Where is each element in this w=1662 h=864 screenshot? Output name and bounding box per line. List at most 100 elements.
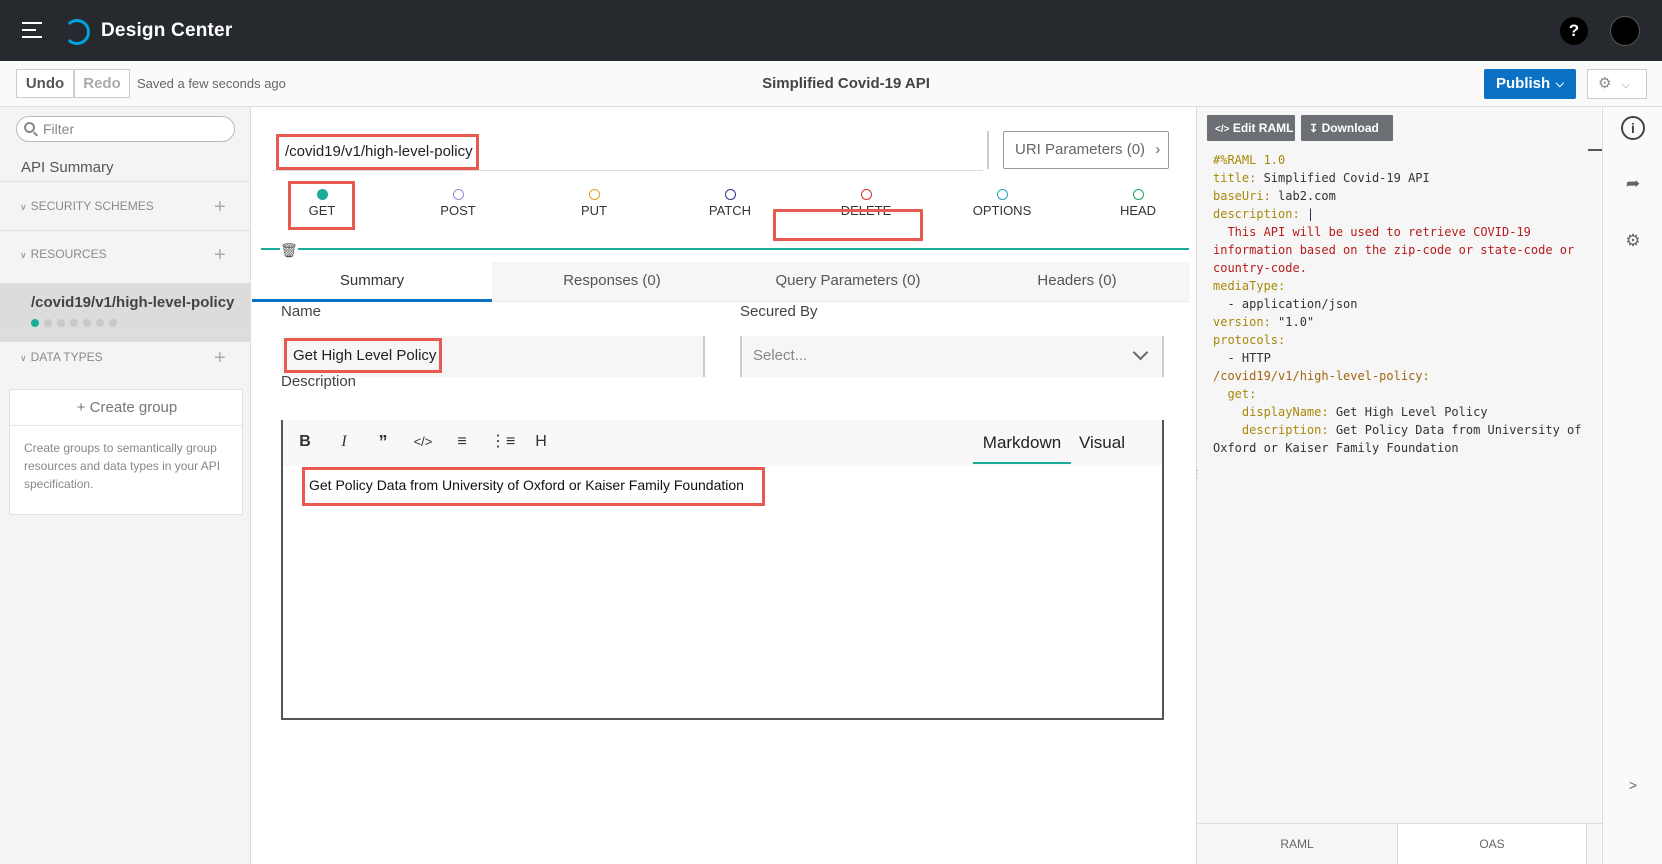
tab-responses[interactable]: Responses (0) bbox=[492, 262, 732, 302]
head-dot-icon bbox=[1132, 189, 1144, 200]
raml-line: - application/json bbox=[1213, 297, 1358, 311]
undo-button[interactable]: Undo bbox=[16, 69, 74, 98]
uri-parameters-button[interactable]: URI Parameters (0) › bbox=[1003, 131, 1169, 169]
secured-by-select[interactable]: Select... bbox=[740, 336, 1164, 377]
raml-line: get: bbox=[1213, 387, 1257, 401]
edit-raml-button[interactable]: </> Edit RAML bbox=[1207, 115, 1295, 141]
tab-summary[interactable]: Summary bbox=[252, 262, 492, 302]
raml-line: displayName: Get High Level Policy bbox=[1213, 405, 1488, 419]
chevron-down-icon: ⌵ bbox=[1621, 79, 1630, 91]
method-label: OPTIONS bbox=[972, 203, 1032, 218]
quote-icon[interactable]: ” bbox=[371, 430, 395, 454]
app-title: Design Center bbox=[101, 20, 233, 41]
security-schemes-header[interactable]: ∨ SECURITY SCHEMES bbox=[20, 199, 154, 213]
menu-icon[interactable] bbox=[22, 22, 42, 38]
help-button[interactable]: ? bbox=[1560, 17, 1588, 45]
resource-path-value[interactable]: /covid19/v1/high-level-policy bbox=[276, 134, 479, 170]
filter-placeholder: Filter bbox=[43, 121, 75, 137]
tab-raml[interactable]: RAML bbox=[1197, 824, 1397, 864]
tab-visual[interactable]: Visual bbox=[1079, 433, 1125, 453]
spec-format-tabs: RAML OAS bbox=[1197, 823, 1602, 864]
data-types-header[interactable]: ∨ DATA TYPES bbox=[20, 350, 103, 364]
divider bbox=[987, 131, 989, 169]
save-status: Saved a few seconds ago bbox=[137, 76, 286, 91]
put-dot-icon bbox=[588, 189, 600, 200]
gear-icon: ⚙ bbox=[1598, 75, 1612, 92]
method-options[interactable]: OPTIONS bbox=[962, 189, 1042, 218]
download-button[interactable]: ↧ Download bbox=[1301, 115, 1393, 141]
avatar[interactable] bbox=[1610, 16, 1640, 46]
method-patch[interactable]: PATCH bbox=[690, 189, 770, 218]
create-group-button[interactable]: + Create group bbox=[10, 390, 244, 426]
resize-handle-icon[interactable]: ⋮ bbox=[1192, 470, 1202, 480]
raml-line: title: Simplified Covid-19 API bbox=[1213, 171, 1430, 185]
method-label: PATCH bbox=[708, 203, 752, 218]
add-resource-button[interactable]: + bbox=[214, 245, 226, 265]
resources-header[interactable]: ∨ RESOURCES bbox=[20, 247, 107, 261]
patch-dot-icon bbox=[724, 189, 736, 200]
raml-line: description: | bbox=[1213, 207, 1315, 221]
chevron-down-icon: ∨ bbox=[20, 250, 27, 260]
create-group-card: + Create group Create groups to semantic… bbox=[9, 389, 244, 515]
chevron-down-icon bbox=[1132, 344, 1149, 361]
divider bbox=[0, 333, 250, 334]
unordered-list-icon[interactable]: ⋮≡ bbox=[490, 430, 515, 454]
tab-headers[interactable]: Headers (0) bbox=[964, 262, 1190, 302]
chevron-right-icon: › bbox=[1155, 141, 1161, 158]
secured-by-label: Secured By bbox=[740, 303, 818, 320]
method-tabs: Summary Responses (0) Query Parameters (… bbox=[252, 262, 1190, 302]
method-put[interactable]: PUT bbox=[554, 189, 634, 218]
method-get[interactable]: GET bbox=[282, 189, 362, 218]
method-label: PUT bbox=[581, 203, 607, 218]
settings-button[interactable]: ⚙ ⌵ bbox=[1587, 69, 1647, 99]
method-label: POST bbox=[440, 203, 476, 218]
raml-line: baseUri: lab2.com bbox=[1213, 189, 1336, 203]
chevron-down-icon: ∨ bbox=[20, 202, 27, 212]
method-post[interactable]: POST bbox=[418, 189, 498, 218]
trash-icon[interactable]: 🗑 bbox=[280, 242, 298, 259]
raml-panel: </> Edit RAML ↧ Download #%RAML 1.0 title… bbox=[1192, 107, 1602, 864]
info-icon[interactable]: i bbox=[1621, 116, 1645, 140]
name-field[interactable]: Get High Level Policy bbox=[281, 336, 705, 377]
tab-query-parameters[interactable]: Query Parameters (0) bbox=[732, 262, 964, 302]
editor-toolbar: Undo Redo Saved a few seconds ago Simpli… bbox=[0, 61, 1662, 107]
method-head[interactable]: HEAD bbox=[1098, 189, 1178, 218]
name-value[interactable]: Get High Level Policy bbox=[284, 338, 442, 373]
publish-button[interactable]: Publish ⌵ bbox=[1484, 69, 1576, 99]
raml-line: #%RAML 1.0 bbox=[1213, 153, 1286, 167]
raml-code[interactable]: #%RAML 1.0 title: Simplified Covid-19 API… bbox=[1213, 151, 1583, 457]
heading-icon[interactable]: H bbox=[529, 430, 553, 454]
resource-path-input[interactable]: /covid19/v1/high-level-policy bbox=[271, 131, 989, 171]
publish-label: Publish bbox=[1496, 75, 1551, 92]
raml-line: version: "1.0" bbox=[1213, 315, 1315, 329]
raml-line: protocols: bbox=[1213, 333, 1286, 347]
add-data-type-button[interactable]: + bbox=[214, 348, 226, 368]
description-text[interactable]: Get Policy Data from University of Oxfor… bbox=[302, 467, 765, 506]
add-security-scheme-button[interactable]: + bbox=[214, 197, 226, 217]
ordered-list-icon[interactable]: ≡ bbox=[450, 430, 474, 454]
description-editor[interactable]: B I ” </> ≡ ⋮≡ H Markdown Visual Get Pol… bbox=[281, 420, 1164, 720]
resources-label: RESOURCES bbox=[30, 247, 107, 261]
expand-icon[interactable]: > bbox=[1621, 773, 1645, 797]
filter-input[interactable]: Filter bbox=[16, 116, 235, 142]
tab-markdown[interactable]: Markdown bbox=[973, 433, 1071, 464]
create-group-description: Create groups to semantically group reso… bbox=[24, 441, 221, 491]
divider bbox=[0, 181, 250, 182]
dependencies-icon[interactable]: ⚙ bbox=[1621, 229, 1645, 253]
scrollbar[interactable] bbox=[1588, 149, 1602, 151]
redo-button[interactable]: Redo bbox=[74, 69, 130, 98]
bold-icon[interactable]: B bbox=[293, 430, 317, 454]
italic-icon[interactable]: I bbox=[332, 430, 356, 454]
method-selector: GET POST PUT PATCH DELETE OPTIONS HEAD bbox=[252, 177, 1190, 237]
code-icon[interactable]: </> bbox=[411, 430, 435, 454]
share-icon[interactable]: ➦ bbox=[1621, 172, 1645, 196]
chevron-down-icon: ⌵ bbox=[1555, 78, 1564, 90]
query-parameters-highlight bbox=[773, 209, 923, 241]
secured-by-placeholder: Select... bbox=[753, 347, 808, 364]
edit-raml-label: Edit RAML bbox=[1232, 121, 1294, 135]
api-summary-link[interactable]: API Summary bbox=[21, 159, 114, 176]
name-label: Name bbox=[281, 303, 322, 320]
tab-oas[interactable]: OAS bbox=[1397, 824, 1587, 864]
method-label: HEAD bbox=[1119, 203, 1157, 218]
resource-editor: /covid19/v1/high-level-policy URI Parame… bbox=[252, 107, 1190, 864]
